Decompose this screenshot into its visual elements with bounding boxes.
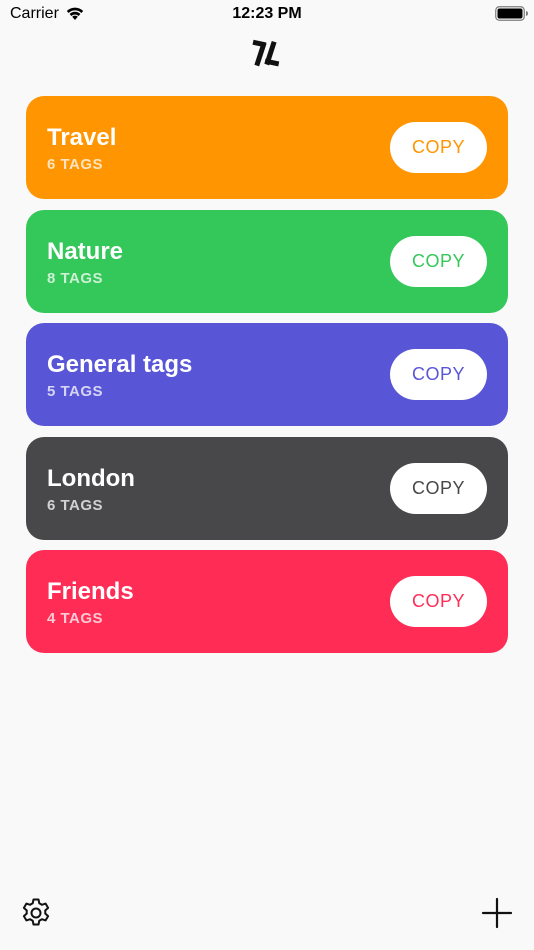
copy-button[interactable]: COPY: [390, 462, 487, 514]
tag-group-name: Friends: [47, 578, 134, 605]
tag-group-card-travel[interactable]: Travel 6 TAGS COPY: [26, 96, 508, 199]
tag-group-list: Travel 6 TAGS COPY Nature 8 TAGS COPY Ge…: [26, 96, 508, 664]
tag-group-card-nature[interactable]: Nature 8 TAGS COPY: [26, 209, 508, 313]
tag-group-name: General tags: [47, 351, 193, 378]
copy-button[interactable]: COPY: [390, 576, 487, 627]
tag-group-card-general-tags[interactable]: General tags 5 TAGS COPY: [26, 323, 508, 426]
tag-group-count: 4 TAGS: [47, 610, 104, 627]
tl-logo-icon: [252, 39, 280, 67]
gear-icon[interactable]: [20, 897, 52, 929]
tag-group-name: Nature: [47, 237, 124, 265]
battery-icon: [495, 6, 528, 21]
tag-group-count: 6 TAGS: [47, 156, 104, 173]
plus-icon[interactable]: [481, 897, 513, 929]
tag-group-card-friends[interactable]: Friends 4 TAGS COPY: [26, 550, 508, 653]
copy-button[interactable]: COPY: [390, 122, 487, 173]
tag-group-count: 6 TAGS: [47, 496, 104, 514]
tag-group-count: 5 TAGS: [47, 383, 104, 400]
copy-button[interactable]: COPY: [390, 235, 487, 287]
tag-group-name: London: [47, 464, 135, 492]
status-bar: Carrier 12:23 PM: [0, 0, 534, 30]
tag-group-name: Travel: [47, 124, 117, 151]
status-time: 12:23 PM: [232, 5, 302, 22]
tag-group-count: 8 TAGS: [47, 269, 104, 287]
copy-button[interactable]: COPY: [390, 349, 487, 400]
tag-group-card-london[interactable]: London 6 TAGS COPY: [26, 436, 508, 540]
